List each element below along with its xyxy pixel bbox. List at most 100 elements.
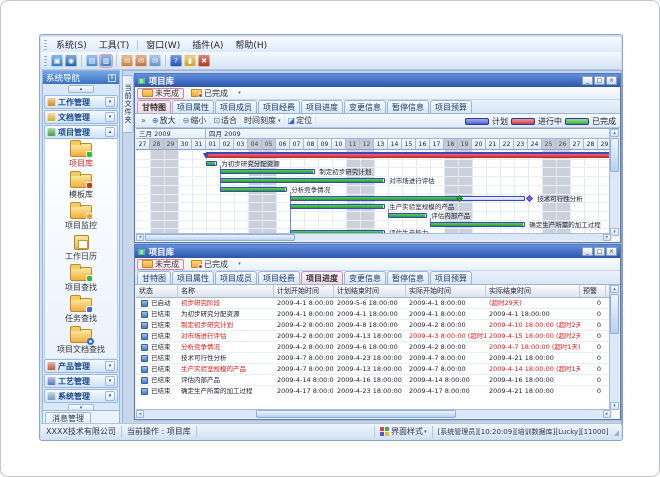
nav-group-6[interactable]: 系统管理▾ [44, 389, 118, 403]
table-row[interactable]: 已结束技术可行性分析2009-4-7 8:00:002009-4-23 18:0… [136, 353, 612, 364]
gantt-tab[interactable]: 项目预算 [430, 100, 472, 113]
gantt-bar[interactable] [206, 161, 217, 166]
mail-read-icon[interactable]: ✉ [149, 55, 161, 67]
collapse-up-button[interactable]: ▴ [68, 85, 94, 93]
gantt-tab[interactable]: 项目进度 [301, 100, 343, 113]
table-tab[interactable]: 项目经费 [258, 271, 300, 284]
gantt-tool-locate[interactable]: ◪定位 [285, 115, 317, 127]
nav-group-toggle[interactable]: ▾ [105, 97, 115, 107]
gantt-tool-zoom-in[interactable]: ⊕放大 [149, 115, 180, 127]
gantt-window-titlebar[interactable]: ▣ 项目库 _□× [135, 74, 620, 87]
mail-send-icon[interactable]: ✉ [121, 55, 133, 67]
menu-item-3[interactable]: 窗口(W) [140, 38, 186, 51]
summary-bar[interactable] [206, 154, 612, 158]
column-header-3[interactable]: 计划开始时间 [274, 285, 334, 298]
nav-group-toggle[interactable]: ▾ [105, 391, 115, 401]
gantt-tab[interactable]: 项目成员 [215, 100, 257, 113]
table-row[interactable]: 已结束生产实验室规模的产品2009-4-7 8:00:002009-4-13 1… [136, 364, 612, 375]
column-header-4[interactable]: 计划结束时间 [334, 285, 406, 298]
system-monitor-icon[interactable]: ▣ [51, 55, 63, 67]
table-tab[interactable]: 项目属性 [172, 271, 214, 284]
menu-item-1[interactable]: 系统(S) [50, 38, 93, 51]
table-tab[interactable]: 暂停信息 [387, 271, 429, 284]
column-header-2[interactable]: 名称 [178, 285, 274, 298]
nav-group-4[interactable]: 产品管理▾ [44, 359, 118, 373]
table-row[interactable]: 已结束对市场进行评估2009-4-2 8:00:002009-4-13 18:0… [136, 331, 612, 342]
menu-item-5[interactable]: 帮助(H) [229, 38, 273, 51]
gantt-bar[interactable] [388, 213, 427, 218]
exit-icon[interactable]: ✖ [198, 55, 210, 67]
scrollbar-thumb[interactable] [145, 234, 295, 241]
scroll-left-button[interactable]: ◂ [136, 234, 144, 241]
gantt-tab[interactable]: 变更信息 [344, 100, 386, 113]
scroll-right-button[interactable]: ▸ [603, 410, 611, 418]
table-maximize-button[interactable]: □ [594, 247, 605, 256]
table-row[interactable]: 已结束确定生产所需的加工过程2009-4-17 8:00:002009-4-23… [136, 386, 612, 396]
gantt-horizontal-scrollbar[interactable]: ◂▸ [136, 233, 612, 241]
table-tab[interactable]: 项目进度 [301, 271, 343, 284]
nav-group-5[interactable]: 工艺管理▾ [44, 374, 118, 388]
nav-item-4[interactable]: 工作日历 [45, 233, 117, 264]
gantt-bar[interactable] [290, 196, 525, 201]
gantt-tab[interactable]: 暂停信息 [387, 100, 429, 113]
table-row[interactable]: 已结束为初步研究分配资源2009-4-1 8:00:002009-4-1 18:… [136, 309, 612, 320]
gantt-vertical-scrollbar[interactable]: ▴▾ [609, 129, 619, 233]
table-row[interactable]: 已结束制定初步研究计划2009-4-2 8:00:002009-4-8 18:0… [136, 320, 612, 331]
column-header-6[interactable]: 实际结束时间 [486, 285, 580, 298]
gantt-plot-area[interactable]: 为初步研究分配资源制定初步研究计划对市场进行评估分析竞争情况技术可行性分析生产实… [136, 150, 612, 237]
table-tab[interactable]: 变更信息 [344, 271, 386, 284]
nav-item-7[interactable]: 项目文档查找 [45, 326, 117, 357]
mail-receive-icon[interactable]: ✉ [135, 55, 147, 67]
nav-item-6[interactable]: 任务查找 [45, 295, 117, 326]
column-header-1[interactable]: 状态 [136, 285, 178, 298]
gantt-filter-tab[interactable]: 已完成 [186, 88, 233, 99]
nav-item-2[interactable]: 模板库 [45, 171, 117, 202]
ui-style-selector[interactable]: 界面样式 ▾ [374, 426, 433, 438]
gantt-filter-tab[interactable]: 未完成 [137, 88, 184, 99]
nav-group-toggle[interactable]: ▴ [105, 127, 115, 137]
table-filter-tab[interactable]: 已完成 [186, 259, 233, 270]
column-header-7[interactable]: 预警 [580, 285, 606, 298]
scrollbar-thumb[interactable] [256, 410, 456, 418]
globe-icon[interactable]: ◉ [65, 55, 77, 67]
table-tab[interactable]: 项目预算 [430, 271, 472, 284]
gantt-filter-overflow-button[interactable]: ▾ [235, 90, 244, 96]
gantt-bar[interactable] [220, 187, 287, 192]
gantt-tab[interactable]: 项目经费 [258, 100, 300, 113]
menu-item-4[interactable]: 插件(A) [186, 38, 229, 51]
menu-item-2[interactable]: 工具(T) [93, 38, 136, 51]
table-horizontal-scrollbar[interactable]: ◂▸ [136, 409, 612, 418]
table-tab[interactable]: 项目成员 [215, 271, 257, 284]
nav-item-1[interactable]: 项目库 [45, 140, 117, 171]
gantt-bar[interactable] [430, 222, 525, 227]
nav-group-3[interactable]: 项目管理▴ [44, 125, 118, 139]
scrollbar-thumb[interactable] [610, 138, 619, 172]
nav-group-2[interactable]: 文档管理▾ [44, 110, 118, 124]
table-close-button[interactable]: × [606, 247, 617, 256]
scroll-left-button[interactable]: ◂ [136, 410, 144, 418]
table-filter-tab[interactable]: 未完成 [137, 259, 184, 270]
nav-item-3[interactable]: 项目监控 [45, 202, 117, 233]
folder-closed-icon[interactable]: ▤ [86, 55, 98, 67]
table-row[interactable]: 已结束分析竞争情况2009-4-2 8:00:002009-4-6 18:00:… [136, 342, 612, 353]
gantt-minimize-button[interactable]: _ [582, 76, 593, 85]
scrollbar-thumb[interactable] [610, 294, 619, 334]
table-window-titlebar[interactable]: ▣ 项目库 _□× [135, 245, 620, 258]
table-minimize-button[interactable]: _ [582, 247, 593, 256]
pin-icon[interactable]: ⊼ [108, 74, 116, 82]
table-row[interactable]: 已启动初步研究阶段2009-4-1 8:00:002009-5-6 18:00:… [136, 298, 612, 309]
gantt-tool-zoom-out[interactable]: ⊖缩小 [180, 115, 211, 127]
gantt-bar[interactable] [220, 169, 315, 174]
column-header-5[interactable]: 实际开始时间 [406, 285, 486, 298]
nav-item-5[interactable]: 项目查找 [45, 264, 117, 295]
nav-group-toggle[interactable]: ▾ [105, 112, 115, 122]
scroll-up-button[interactable]: ▴ [610, 129, 619, 137]
gantt-close-button[interactable]: × [606, 76, 617, 85]
gantt-bar[interactable] [220, 178, 385, 183]
gantt-tool-timescale[interactable]: 时间刻度▾ [241, 115, 285, 127]
nav-group-toggle[interactable]: ▾ [105, 376, 115, 386]
gantt-maximize-button[interactable]: □ [594, 76, 605, 85]
table-tab[interactable]: 甘特图 [137, 271, 171, 284]
tab-current-folder[interactable]: 当前文件夹 [123, 75, 134, 133]
gantt-tab[interactable]: 项目属性 [172, 100, 214, 113]
